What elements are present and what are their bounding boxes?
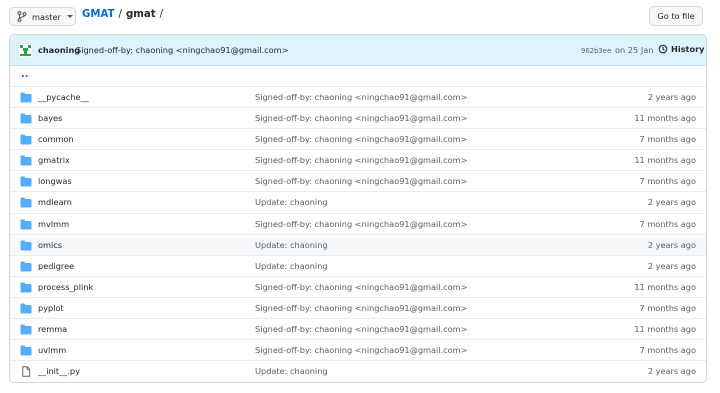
- file-commit-message[interactable]: Update: chaoning: [255, 197, 328, 207]
- folder-icon: [20, 261, 32, 272]
- file-commit-age: 2 years ago: [647, 197, 696, 208]
- folder-icon: [20, 345, 32, 356]
- breadcrumb-current-folder: gmat: [125, 9, 156, 20]
- file-browser: chaoning Signed-off-by: chaoning <ningch…: [9, 34, 707, 383]
- file-row[interactable]: __init__.py Update: chaoning 2 years ago: [10, 361, 706, 382]
- file-commit-message[interactable]: Signed-off-by: chaoning <ningchao91@gmai…: [255, 282, 468, 292]
- file-name-link[interactable]: omics: [38, 240, 62, 250]
- file-row[interactable]: pedigree Update: chaoning 2 years ago: [10, 256, 706, 277]
- file-commit-message[interactable]: Signed-off-by: chaoning <ningchao91@gmai…: [255, 303, 468, 313]
- file-row[interactable]: gmatrix Signed-off-by: chaoning <ningchao…: [10, 150, 706, 172]
- file-name-link[interactable]: longwas: [38, 176, 72, 186]
- folder-icon: [20, 282, 32, 293]
- file-list: __pycache__ Signed-off-by: chaoning <ning…: [10, 87, 706, 382]
- file-commit-age: 7 months ago: [639, 176, 696, 187]
- commit-date: on 25 Jan: [615, 45, 654, 55]
- folder-icon: [20, 303, 32, 314]
- file-row[interactable]: __pycache__ Signed-off-by: chaoning <ning…: [10, 87, 706, 109]
- repo-header: master GMAT / gmat / Go to file: [0, 0, 720, 34]
- file-row[interactable]: bayes Signed-off-by: chaoning <ningchao91…: [10, 108, 706, 130]
- folder-icon: [20, 155, 32, 166]
- file-commit-age: 7 months ago: [639, 302, 696, 313]
- file-commit-age: 7 months ago: [639, 134, 696, 145]
- file-commit-age: 7 months ago: [639, 218, 696, 229]
- file-commit-message[interactable]: Signed-off-by: chaoning <ningchao91@gmai…: [255, 219, 468, 229]
- file-name-link[interactable]: pedigree: [38, 261, 74, 271]
- chevron-down-icon: [66, 15, 73, 18]
- parent-directory-row[interactable]: ..: [10, 66, 706, 87]
- file-commit-message[interactable]: Signed-off-by: chaoning <ningchao91@gmai…: [255, 345, 468, 355]
- file-row[interactable]: common Signed-off-by: chaoning <ningchao9…: [10, 129, 706, 151]
- file-row[interactable]: pyplot Signed-off-by: chaoning <ningchao9…: [10, 298, 706, 320]
- folder-icon: [20, 197, 32, 208]
- file-commit-age: 11 months ago: [634, 324, 696, 335]
- history-label: History: [671, 44, 705, 54]
- file-commit-age: 2 years ago: [647, 366, 696, 377]
- file-row[interactable]: mdlearn Update: chaoning 2 years ago: [10, 192, 706, 214]
- branch-selector-button[interactable]: master: [9, 7, 76, 26]
- file-row[interactable]: uvlmm Signed-off-by: chaoning <ningchao91…: [10, 340, 706, 362]
- file-row[interactable]: omics Update: chaoning 2 years ago: [10, 234, 706, 256]
- folder-icon: [20, 134, 32, 145]
- breadcrumb-separator: /: [118, 9, 122, 20]
- file-name-link[interactable]: gmatrix: [38, 155, 70, 165]
- commit-sha[interactable]: 962b3ee: [581, 46, 611, 55]
- file-commit-message[interactable]: Update: chaoning: [255, 261, 328, 271]
- file-commit-age: 11 months ago: [634, 281, 696, 292]
- file-name-link[interactable]: pyplot: [38, 303, 64, 313]
- file-commit-age: 7 months ago: [639, 345, 696, 356]
- folder-icon: [20, 113, 32, 124]
- file-name-link[interactable]: mdlearn: [38, 197, 72, 207]
- git-branch-icon: [17, 11, 27, 22]
- breadcrumb-trailing-separator: /: [159, 9, 164, 20]
- breadcrumb: GMAT / gmat /: [82, 9, 167, 20]
- folder-icon: [20, 92, 32, 103]
- file-commit-message[interactable]: Signed-off-by: chaoning <ningchao91@gmai…: [255, 134, 468, 144]
- file-icon: [20, 366, 32, 377]
- file-commit-message[interactable]: Signed-off-by: chaoning <ningchao91@gmai…: [255, 176, 468, 186]
- file-name-link[interactable]: uvlmm: [38, 345, 66, 355]
- file-name-link[interactable]: process_plink: [38, 282, 93, 292]
- file-commit-message[interactable]: Update: chaoning: [255, 366, 328, 376]
- file-row[interactable]: longwas Signed-off-by: chaoning <ningchao…: [10, 171, 706, 193]
- parent-directory-link[interactable]: ..: [21, 69, 29, 80]
- file-commit-age: 2 years ago: [647, 260, 696, 271]
- file-name-link[interactable]: common: [38, 134, 74, 144]
- file-commit-age: 2 years ago: [647, 92, 696, 102]
- commit-message[interactable]: Signed-off-by: chaoning <ningchao91@gmai…: [76, 45, 289, 55]
- commit-author[interactable]: chaoning: [38, 45, 80, 55]
- breadcrumb-repo-link[interactable]: GMAT: [82, 9, 115, 20]
- file-commit-age: 11 months ago: [634, 155, 696, 166]
- file-name-link[interactable]: remma: [38, 324, 67, 334]
- file-row[interactable]: process_plink Signed-off-by: chaoning <ni…: [10, 277, 706, 298]
- file-commit-message[interactable]: Signed-off-by: chaoning <ningchao91@gmai…: [255, 155, 468, 165]
- folder-icon: [20, 219, 32, 230]
- file-commit-message[interactable]: Signed-off-by: chaoning <ningchao91@gmai…: [255, 113, 468, 123]
- folder-icon: [20, 176, 32, 187]
- file-commit-message[interactable]: Update: chaoning: [255, 240, 328, 250]
- file-row[interactable]: mvlmm Signed-off-by: chaoning <ningchao91…: [10, 214, 706, 235]
- go-to-file-button[interactable]: Go to file: [649, 6, 703, 26]
- file-name-link[interactable]: __pycache__: [38, 92, 89, 102]
- file-commit-age: 11 months ago: [634, 113, 696, 124]
- file-row[interactable]: remma Signed-off-by: chaoning <ningchao91…: [10, 319, 706, 341]
- branch-name: master: [32, 11, 61, 22]
- avatar[interactable]: [19, 44, 32, 57]
- history-icon: [658, 44, 668, 54]
- file-commit-message[interactable]: Signed-off-by: chaoning <ningchao91@gmai…: [255, 324, 468, 334]
- file-name-link[interactable]: __init__.py: [38, 366, 80, 376]
- folder-icon: [20, 240, 32, 251]
- file-commit-age: 2 years ago: [647, 239, 696, 250]
- folder-icon: [20, 324, 32, 335]
- history-button[interactable]: History: [658, 44, 704, 54]
- file-commit-message[interactable]: Signed-off-by: chaoning <ningchao91@gmai…: [255, 92, 468, 102]
- latest-commit-bar: chaoning Signed-off-by: chaoning <ningch…: [10, 35, 706, 66]
- file-name-link[interactable]: mvlmm: [38, 219, 69, 229]
- file-name-link[interactable]: bayes: [38, 113, 62, 123]
